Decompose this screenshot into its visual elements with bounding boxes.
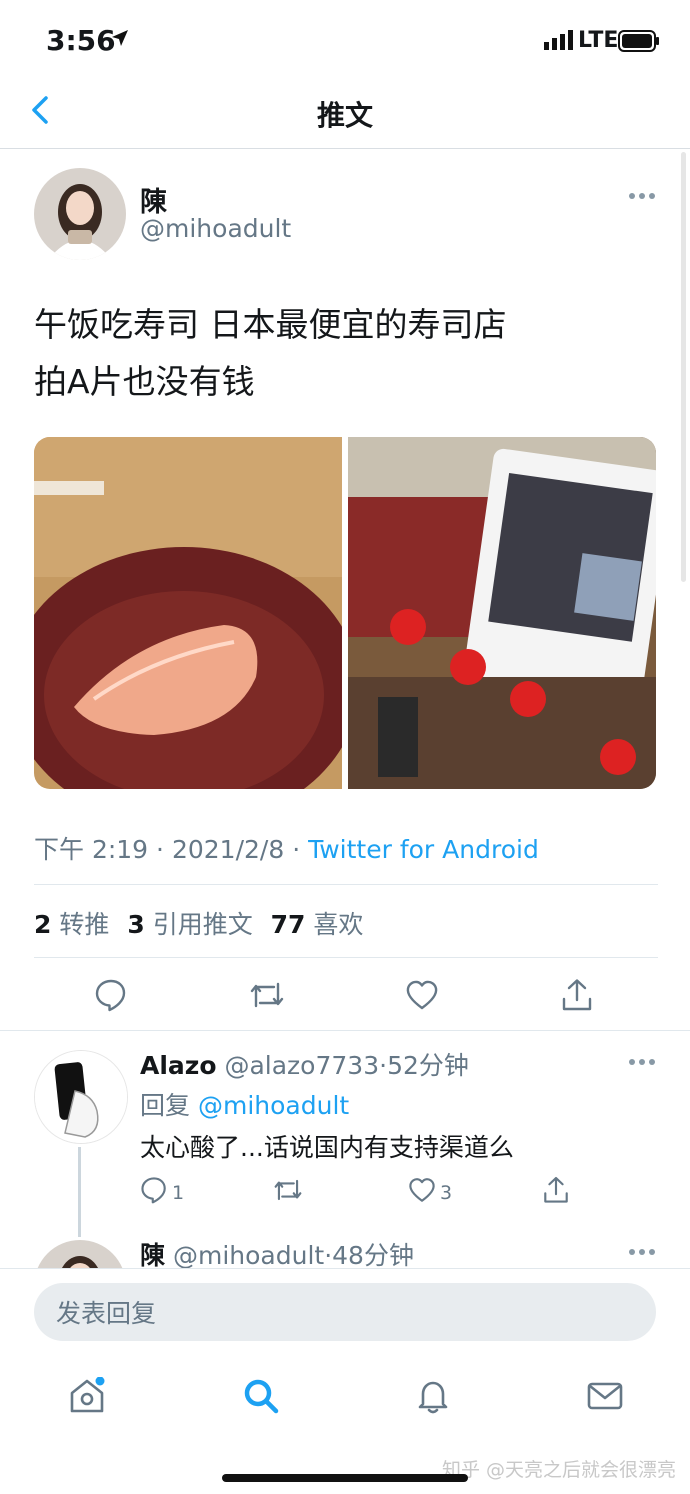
reply-share-button[interactable] — [542, 1176, 570, 1209]
tweet-time: 下午 2:19 — [34, 835, 149, 864]
author-avatar[interactable] — [34, 168, 126, 260]
bottom-bar: 知乎 @天亮之后就会很漂亮 — [0, 1268, 690, 1494]
reply-author-name[interactable]: 陳 — [140, 1241, 165, 1270]
retweets-stat[interactable]: 2 转推 — [34, 910, 109, 939]
share-icon[interactable] — [560, 978, 594, 1016]
reply-time: 52分钟 — [387, 1051, 469, 1080]
divider — [34, 957, 658, 958]
photo-sushi-plate[interactable] — [34, 437, 359, 789]
quotes-label: 引用推文 — [152, 910, 253, 939]
network-type: LTE — [578, 28, 619, 53]
author-handle[interactable]: @mihoadult — [140, 214, 291, 243]
more-options-icon[interactable] — [628, 186, 656, 210]
likes-count: 77 — [270, 910, 306, 939]
reply-time: 48分钟 — [332, 1241, 414, 1270]
tweet-text: 午饭吃寿司 日本最便宜的寿司店 拍A片也没有钱 — [34, 296, 654, 410]
tweet-text-line-1: 午饭吃寿司 日本最便宜的寿司店 — [34, 305, 507, 344]
tweet-meta: 下午 2:19 · 2021/2/8 · Twitter for Android — [34, 830, 539, 866]
quotes-stat[interactable]: 3 引用推文 — [127, 910, 252, 939]
reply-avatar-alazo[interactable] — [34, 1050, 128, 1144]
reply-like-button[interactable]: 3 — [408, 1176, 452, 1209]
scrollbar[interactable] — [681, 152, 686, 582]
status-time: 3:56 — [46, 24, 116, 57]
meta-separator: · — [292, 835, 301, 864]
tweet-media — [34, 437, 656, 789]
reply-composer[interactable] — [34, 1283, 656, 1343]
reply-author-handle[interactable]: @mihoadult — [173, 1241, 324, 1270]
reply-more-options-icon[interactable] — [628, 1052, 656, 1076]
reply-like-count: 3 — [440, 1181, 453, 1204]
reply-icon — [140, 1176, 168, 1209]
retweets-count: 2 — [34, 910, 52, 939]
tab-messages[interactable] — [586, 1377, 624, 1419]
quotes-count: 3 — [127, 910, 145, 939]
watermark: 知乎 @天亮之后就会很漂亮 — [441, 1459, 676, 1481]
like-icon[interactable] — [405, 978, 439, 1016]
home-indicator — [222, 1474, 468, 1482]
reply-header: 陳 @mihoadult·48分钟 — [140, 1236, 414, 1272]
tab-home[interactable] — [68, 1376, 106, 1419]
share-icon — [542, 1176, 570, 1209]
like-icon — [408, 1176, 436, 1209]
likes-label: 喜欢 — [313, 910, 364, 939]
reply-author-handle[interactable]: @alazo7733 — [224, 1051, 379, 1080]
tweet-source-link[interactable]: Twitter for Android — [308, 835, 539, 864]
meta-separator: · — [156, 835, 164, 864]
search-icon — [242, 1379, 280, 1419]
tab-search[interactable] — [242, 1377, 280, 1419]
page-title: 推文 — [316, 99, 373, 132]
reply-retweet-button[interactable] — [272, 1176, 304, 1209]
tweet-date: 2021/2/8 — [171, 835, 285, 864]
messages-icon — [586, 1382, 624, 1419]
battery-icon — [618, 30, 660, 56]
replying-to-label: 回复 — [140, 1091, 191, 1120]
reply-reply-button[interactable]: 1 — [140, 1176, 184, 1209]
reply-separator: · — [379, 1051, 388, 1080]
reply-header: Alazo @alazo7733·52分钟 — [140, 1046, 469, 1082]
notifications-icon — [414, 1381, 452, 1419]
status-bar: 3:56 LTE — [0, 0, 690, 80]
likes-stat[interactable]: 77 喜欢 — [271, 910, 364, 939]
reply-more-options-icon[interactable] — [628, 1242, 656, 1266]
replying-to: 回复 @mihoadult — [140, 1086, 349, 1122]
photo-sushi-restaurant[interactable] — [348, 437, 656, 789]
home-icon — [68, 1376, 106, 1419]
tweet-stats: 2 转推 3 引用推文 77 喜欢 — [34, 905, 373, 941]
nav-bar: 推文 — [0, 80, 690, 149]
reply-input[interactable] — [54, 1283, 618, 1343]
tab-notifications[interactable] — [414, 1377, 452, 1419]
divider — [0, 1030, 690, 1031]
thread-connector — [78, 1147, 81, 1237]
location-arrow-icon — [110, 28, 130, 52]
divider — [34, 884, 658, 885]
reply-text: 太心酸了...话说国内有支持渠道么 — [140, 1133, 514, 1162]
tweet-text-line-2: 拍A片也没有钱 — [34, 362, 255, 401]
reply-icon[interactable] — [94, 978, 128, 1016]
retweets-label: 转推 — [59, 910, 110, 939]
reply-author-name[interactable]: Alazo — [140, 1051, 217, 1080]
retweet-icon — [272, 1176, 304, 1209]
replying-to-handle-link[interactable]: @mihoadult — [198, 1091, 349, 1120]
retweet-icon[interactable] — [248, 978, 286, 1016]
signal-icon — [544, 30, 574, 54]
reply-reply-count: 1 — [172, 1181, 185, 1204]
reply-separator: · — [324, 1241, 333, 1270]
